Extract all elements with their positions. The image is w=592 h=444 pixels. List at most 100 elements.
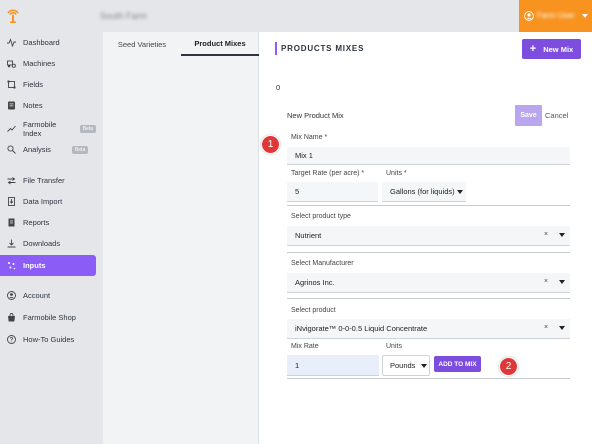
farm-name[interactable]: South Farm xyxy=(100,11,147,21)
sidebar-item-file-transfer[interactable]: File Transfer xyxy=(0,170,96,191)
new-mix-label: New Mix xyxy=(543,44,574,54)
field-icon xyxy=(7,80,16,89)
inputs-icon xyxy=(7,261,16,270)
mix-name-input[interactable]: Mix 1 xyxy=(287,147,570,165)
mix-units-value: Pounds xyxy=(390,361,416,370)
sidebar-item-notes[interactable]: Notes xyxy=(0,95,96,116)
tab-seed-varieties[interactable]: Seed Varieties xyxy=(103,32,181,56)
mix-units-select[interactable]: Pounds xyxy=(382,355,430,376)
mix-rate-label: Mix Rate xyxy=(291,343,319,350)
product-type-value: Nutrient xyxy=(295,231,322,240)
form-title: New Product Mix xyxy=(287,111,344,120)
tabs-panel: Seed Varieties Product Mixes xyxy=(103,32,259,444)
sidebar-item-label: Downloads xyxy=(23,239,61,248)
manufacturer-value: Agrinos Inc. xyxy=(295,278,335,287)
sidebar-item-account[interactable]: Account xyxy=(0,285,96,306)
sidebar-item-analysis[interactable]: Analysis Beta xyxy=(0,139,96,160)
sidebar-item-label: Farmobile Index xyxy=(23,119,57,138)
sidebar-item-label: File Transfer xyxy=(23,176,65,185)
sidebar-item-farmobile-index[interactable]: Farmobile Index Beta xyxy=(0,118,96,139)
product-value: iNvigorate™ 0-0-0.5 Liquid Concentrate xyxy=(295,324,428,333)
user-avatar-icon xyxy=(524,11,534,21)
sidebar-item-label: Data Import xyxy=(23,197,63,206)
trend-icon xyxy=(7,124,16,133)
clear-icon[interactable]: × xyxy=(544,278,548,285)
target-rate-input[interactable]: 5 xyxy=(287,182,378,202)
tab-label: Product Mixes xyxy=(194,38,246,48)
download-icon xyxy=(7,239,16,248)
units-label: Units * xyxy=(386,170,407,177)
sidebar-item-reports[interactable]: Reports xyxy=(0,212,96,233)
product-type-select[interactable]: Nutrient × xyxy=(287,226,570,246)
help-icon: ? xyxy=(7,335,16,344)
chevron-down-icon xyxy=(582,14,588,18)
sidebar-item-dashboard[interactable]: Dashboard xyxy=(0,32,96,53)
tab-product-mixes[interactable]: Product Mixes xyxy=(181,32,259,56)
tab-label: Seed Varieties xyxy=(117,39,167,49)
section-divider xyxy=(287,378,570,379)
farmobile-logo-icon[interactable] xyxy=(6,6,20,24)
sidebar-item-label: Inputs xyxy=(23,261,46,270)
sidebar-item-how-to-guides[interactable]: ? How-To Guides xyxy=(0,329,96,350)
sidebar-item-data-import[interactable]: Data Import xyxy=(0,191,96,212)
page-title: PRODUCTS MIXES xyxy=(281,44,365,53)
sidebar-item-label: Fields xyxy=(23,80,44,89)
sidebar-item-label: Farmobile Shop xyxy=(23,313,76,322)
sidebar: Dashboard Machines Fields Notes Farmobil… xyxy=(0,32,103,444)
import-icon xyxy=(7,197,16,206)
chevron-down-icon[interactable] xyxy=(559,326,565,330)
sidebar-item-label: Analysis xyxy=(23,145,51,154)
units-select[interactable]: Gallons (for liquids) xyxy=(382,182,466,202)
sidebar-item-label: Machines xyxy=(23,59,56,68)
svg-text:?: ? xyxy=(10,338,14,344)
mix-rate-input[interactable]: 1 xyxy=(287,355,379,376)
step-marker-2: 2 xyxy=(499,357,518,376)
mix-name-label: Mix Name * xyxy=(291,134,328,141)
sidebar-item-label: Dashboard xyxy=(23,38,60,47)
beta-badge: Beta xyxy=(71,145,89,154)
section-divider xyxy=(287,298,570,299)
sidebar-item-label: How-To Guides xyxy=(23,335,75,344)
manufacturer-label: Select Manufacturer xyxy=(291,260,354,267)
report-icon xyxy=(7,218,16,227)
beta-badge: Beta xyxy=(79,124,96,133)
sidebar-item-label: Notes xyxy=(23,101,43,110)
section-divider xyxy=(287,252,570,253)
mix-count: 0 xyxy=(276,83,281,92)
user-menu[interactable]: Farm User xyxy=(519,0,592,32)
save-button[interactable]: Save xyxy=(515,105,542,126)
product-type-label: Select product type xyxy=(291,213,351,220)
sidebar-item-label: Account xyxy=(23,291,51,300)
clear-icon[interactable]: × xyxy=(544,231,548,238)
sidebar-item-farmobile-shop[interactable]: Farmobile Shop xyxy=(0,307,96,328)
step-marker-1: 1 xyxy=(261,135,280,154)
product-select[interactable]: iNvigorate™ 0-0-0.5 Liquid Concentrate × xyxy=(287,319,570,339)
product-label: Select product xyxy=(291,307,336,314)
clear-icon[interactable]: × xyxy=(544,324,548,331)
add-to-mix-button[interactable]: ADD TO MIX xyxy=(434,356,481,372)
chevron-down-icon xyxy=(457,190,463,194)
plus-icon: + xyxy=(529,43,537,55)
pulse-icon xyxy=(7,38,16,47)
title-accent-bar xyxy=(275,42,277,55)
mix-units-label: Units xyxy=(386,343,402,350)
note-icon xyxy=(7,101,16,110)
user-name: Farm User xyxy=(537,11,575,20)
sidebar-item-machines[interactable]: Machines xyxy=(0,53,96,74)
manufacturer-select[interactable]: Agrinos Inc. × xyxy=(287,273,570,293)
top-bar: South Farm Farm User xyxy=(0,0,592,32)
machine-icon xyxy=(7,59,16,68)
account-icon xyxy=(7,291,16,300)
sidebar-item-inputs[interactable]: Inputs xyxy=(0,255,96,276)
sidebar-item-downloads[interactable]: Downloads xyxy=(0,233,96,254)
sidebar-item-fields[interactable]: Fields xyxy=(0,74,96,95)
shop-icon xyxy=(7,313,16,322)
chevron-down-icon xyxy=(421,364,427,368)
chevron-down-icon[interactable] xyxy=(559,233,565,237)
target-rate-label: Target Rate (per acre) * xyxy=(291,170,365,177)
new-mix-button[interactable]: + New Mix xyxy=(522,39,581,59)
transfer-icon xyxy=(7,176,16,185)
chevron-down-icon[interactable] xyxy=(559,280,565,284)
cancel-button[interactable]: Cancel xyxy=(545,111,568,120)
search-icon xyxy=(7,145,16,154)
